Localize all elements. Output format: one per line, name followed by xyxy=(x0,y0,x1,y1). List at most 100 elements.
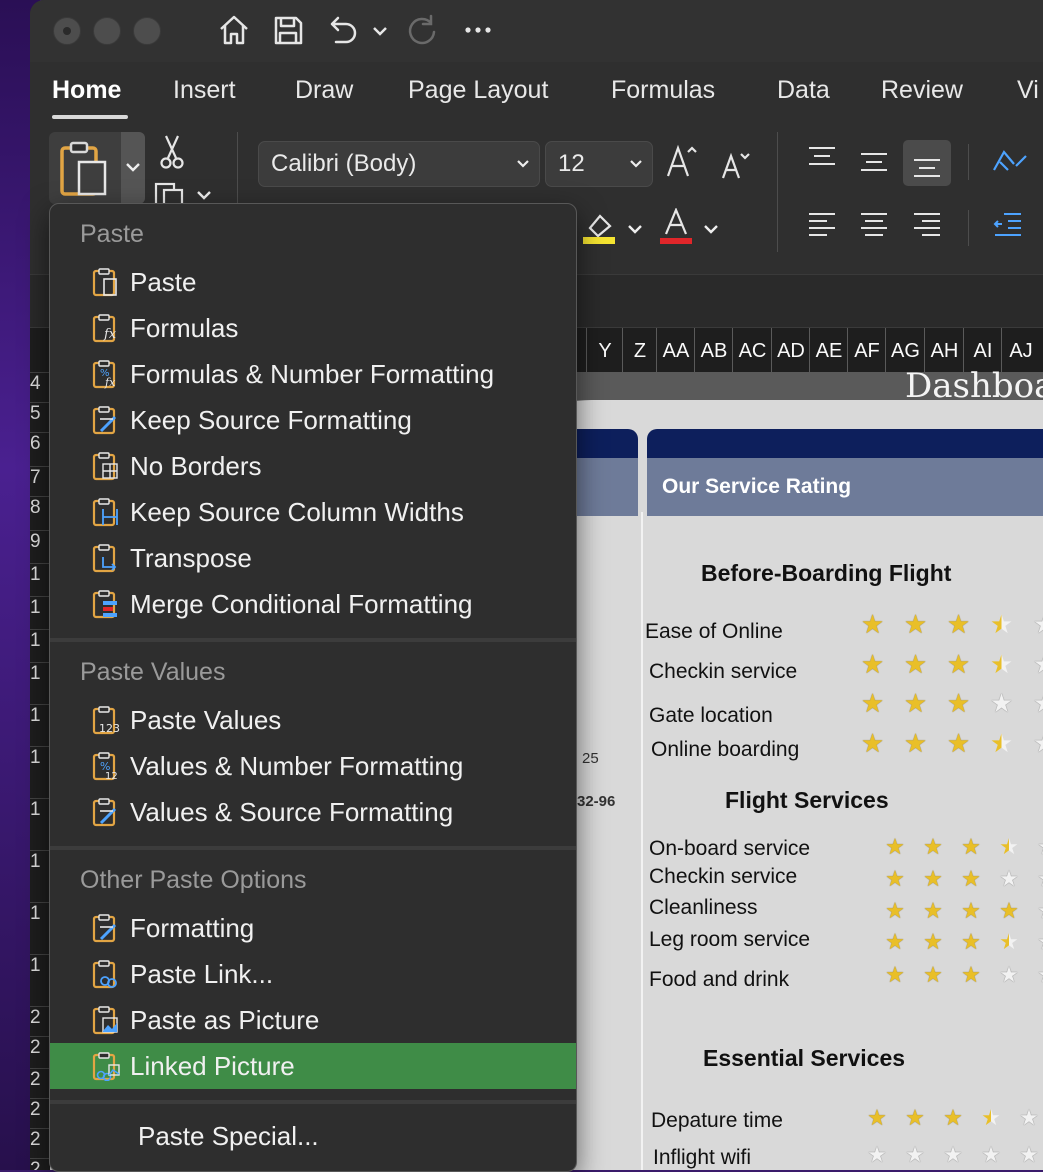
tab-home[interactable]: Home xyxy=(52,76,121,105)
cut-icon[interactable] xyxy=(158,134,186,170)
star-full-icon: ★ xyxy=(923,962,943,987)
menu-item-paste[interactable]: Paste xyxy=(50,259,576,305)
row-header[interactable]: 8 xyxy=(30,496,50,531)
row-header[interactable]: 1 xyxy=(30,629,50,663)
increase-font-size-icon[interactable] xyxy=(664,142,700,182)
star-full-icon: ★ xyxy=(999,898,1019,923)
minimize-window-button[interactable] xyxy=(93,17,121,45)
close-window-button[interactable] xyxy=(53,17,81,45)
row-header[interactable]: 1 xyxy=(30,704,50,747)
column-header[interactable]: Z xyxy=(622,328,657,372)
column-header[interactable]: AD xyxy=(771,328,810,372)
align-middle-icon[interactable] xyxy=(858,148,890,178)
decrease-indent-icon[interactable] xyxy=(992,210,1024,240)
menu-item-formatting[interactable]: Formatting xyxy=(50,905,576,951)
fill-color-chevron-icon[interactable] xyxy=(626,220,644,238)
menu-item-label: Paste as Picture xyxy=(130,1005,320,1035)
save-icon[interactable] xyxy=(270,12,306,48)
ribbon-divider xyxy=(777,132,778,252)
tab-insert[interactable]: Insert xyxy=(173,76,236,105)
tab-data[interactable]: Data xyxy=(777,76,830,105)
menu-item-no-borders[interactable]: No Borders xyxy=(50,443,576,489)
row-header[interactable]: 1 xyxy=(30,563,50,597)
undo-dropdown-chevron-icon[interactable] xyxy=(366,12,394,48)
menu-item-paste-values[interactable]: 123 Paste Values xyxy=(50,697,576,743)
menu-item-merge-conditional-formatting[interactable]: Merge Conditional Formatting xyxy=(50,581,576,627)
row-header[interactable]: 1 xyxy=(30,954,50,1007)
align-center-icon[interactable] xyxy=(858,210,890,240)
column-header[interactable]: AC xyxy=(732,328,772,372)
row-header[interactable]: 1 xyxy=(30,746,50,799)
row-header[interactable]: 1 xyxy=(30,798,50,851)
paste-dropdown-button[interactable] xyxy=(121,132,145,204)
align-right-icon[interactable] xyxy=(911,210,943,240)
row-header[interactable]: 2 xyxy=(30,1068,50,1099)
row-header[interactable]: 2 xyxy=(30,1036,50,1069)
zoom-window-button[interactable] xyxy=(133,17,161,45)
redo-icon[interactable] xyxy=(404,12,440,48)
svg-text:fx: fx xyxy=(104,376,116,389)
column-header[interactable]: AB xyxy=(694,328,733,372)
column-header[interactable]: AE xyxy=(809,328,848,372)
clipboard-grid-icon xyxy=(91,451,121,481)
menu-section-header: Paste xyxy=(80,220,144,248)
row-header[interactable]: 2 xyxy=(30,1098,50,1129)
row-header[interactable]: 4 xyxy=(30,372,50,403)
row-header[interactable]: 1 xyxy=(30,596,50,630)
clipboard-123-icon: 123 xyxy=(91,705,121,735)
menu-item-values-number-formatting[interactable]: % 12 Values & Number Formatting xyxy=(50,743,576,789)
menu-item-keep-source-formatting[interactable]: Keep Source Formatting xyxy=(50,397,576,443)
fill-color-icon[interactable] xyxy=(580,208,618,246)
menu-item-values-source-formatting[interactable]: Values & Source Formatting xyxy=(50,789,576,835)
star-full-icon: ★ xyxy=(923,866,943,891)
decrease-font-size-icon[interactable] xyxy=(720,148,752,182)
column-header[interactable]: Y xyxy=(586,328,623,372)
paste-button[interactable] xyxy=(49,132,145,204)
row-header[interactable]: 5 xyxy=(30,402,50,433)
menu-item-keep-source-column-widths[interactable]: Keep Source Column Widths xyxy=(50,489,576,535)
menu-item-label: Paste xyxy=(130,267,197,297)
align-left-icon[interactable] xyxy=(806,210,838,240)
menu-item-paste-link[interactable]: Paste Link... xyxy=(50,951,576,997)
row-header[interactable]: 1 xyxy=(30,662,50,705)
row-header[interactable]: 2 xyxy=(30,1158,50,1170)
row-header[interactable]: 1 xyxy=(30,902,50,955)
font-color-chevron-icon[interactable] xyxy=(702,220,720,238)
menu-item-paste-as-picture[interactable]: Paste as Picture xyxy=(50,997,576,1043)
menu-item-formulas[interactable]: fx Formulas xyxy=(50,305,576,351)
star-full-icon: ★ xyxy=(903,649,928,679)
menu-item-linked-picture[interactable]: Linked Picture xyxy=(50,1043,576,1089)
font-color-icon[interactable] xyxy=(658,208,694,248)
tab-draw[interactable]: Draw xyxy=(295,76,353,105)
star-full-icon: ★ xyxy=(885,866,905,891)
row-header[interactable]: 1 xyxy=(30,850,50,903)
star-rating: ★★★★★ xyxy=(858,1142,1043,1168)
row-header[interactable]: 2 xyxy=(30,1006,50,1037)
row-header[interactable]: 9 xyxy=(30,530,50,564)
column-header[interactable]: AA xyxy=(656,328,695,372)
align-top-icon[interactable] xyxy=(806,144,838,174)
row-header[interactable]: 6 xyxy=(30,432,50,467)
menu-item-formulas-number-formatting[interactable]: % fx Formulas & Number Formatting xyxy=(50,351,576,397)
home-icon[interactable] xyxy=(216,12,252,48)
font-size-select[interactable]: 12 xyxy=(545,141,653,187)
tab-page-layout[interactable]: Page Layout xyxy=(408,76,548,105)
menu-item-paste-special[interactable]: Paste Special... xyxy=(50,1113,576,1159)
orientation-icon[interactable] xyxy=(990,144,1030,180)
star-empty-icon: ★ xyxy=(1023,609,1043,640)
row-header[interactable]: 7 xyxy=(30,466,50,497)
undo-icon[interactable] xyxy=(324,12,360,48)
star-full-icon: ★ xyxy=(961,929,981,954)
star-rating: ★★★★★ xyxy=(851,609,1043,640)
column-header[interactable]: AF xyxy=(847,328,886,372)
tab-review[interactable]: Review xyxy=(881,76,963,105)
more-icon[interactable] xyxy=(460,12,496,48)
tab-formulas[interactable]: Formulas xyxy=(611,76,715,105)
star-rating: ★★★★★ xyxy=(851,649,1043,680)
tab-view[interactable]: Vi xyxy=(1017,76,1039,105)
align-bottom-button[interactable] xyxy=(903,140,951,186)
font-name-select[interactable]: Calibri (Body) xyxy=(258,141,540,187)
star-empty-icon: ★ xyxy=(1028,929,1043,955)
row-header[interactable]: 2 xyxy=(30,1128,50,1159)
menu-item-transpose[interactable]: Transpose xyxy=(50,535,576,581)
